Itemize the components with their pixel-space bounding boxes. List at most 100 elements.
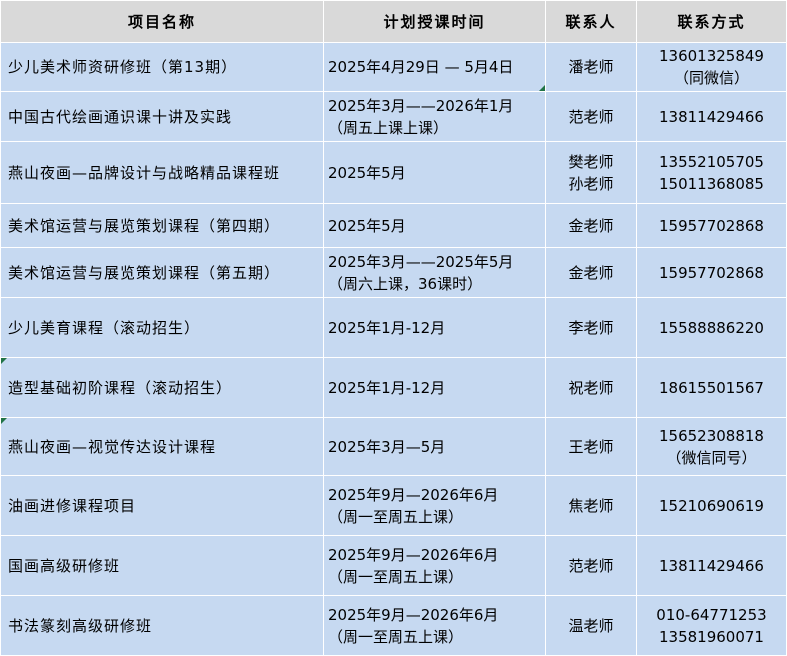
project-name-text: 油画进修课程项目	[8, 496, 137, 515]
schedule-text: 2025年1月-12月	[328, 378, 446, 397]
contact-method-text: 15011368085	[659, 174, 764, 193]
contact-method-text: 13581960071	[659, 627, 764, 646]
table-row: 美术馆运营与展览策划课程（第五期） 2025年3月——2025年5月 （周六上课，3…	[0, 247, 787, 298]
cell-contact-person[interactable]: 金老师	[545, 247, 637, 298]
schedule-text: 2025年9月—2026年6月	[328, 545, 499, 564]
table-body: 少儿美术师资研修班（第13期） 2025年4月29日 — 5月4日 潘老师 13601…	[0, 42, 787, 656]
schedule-text: 2025年4月29日 — 5月4日	[328, 58, 514, 76]
project-name-text: 燕山夜画—视觉传达设计课程	[8, 437, 217, 456]
cell-project-name[interactable]: 国画高级研修班	[0, 535, 324, 596]
cell-schedule[interactable]: 2025年1月-12月	[323, 357, 546, 418]
contact-method-text: 15210690619	[659, 496, 764, 515]
contact-method-text: 13552105705	[659, 152, 764, 171]
cell-project-name[interactable]: 少儿美育课程（滚动招生）	[0, 297, 324, 358]
comment-marker-icon	[1, 358, 7, 364]
cell-contact-person[interactable]: 潘老师	[545, 42, 637, 92]
cell-schedule[interactable]: 2025年3月——2026年1月 （周五上课上课）	[323, 91, 546, 142]
table-row: 燕山夜画—品牌设计与战略精品课程班 2025年5月 樊老师 孙老师 1355210570…	[0, 141, 787, 204]
cell-contact-method[interactable]: 13552105705 15011368085	[636, 141, 787, 204]
header-project-name: 项目名称	[0, 0, 324, 43]
cell-contact-person[interactable]: 焦老师	[545, 475, 637, 536]
cell-project-name[interactable]: 油画进修课程项目	[0, 475, 324, 536]
contact-person-text: 范老师	[568, 107, 614, 126]
schedule-text: 2025年9月—2026年6月	[328, 485, 499, 504]
schedule-text: 2025年3月——2025年5月	[328, 252, 514, 271]
contact-person-text: 王老师	[568, 437, 614, 456]
schedule-text: （周一至周五上课）	[328, 507, 464, 526]
cell-contact-method[interactable]: 13601325849 （同微信）	[636, 42, 787, 92]
table-row: 书法篆刻高级研修班 2025年9月—2026年6月 （周一至周五上课） 温老师 010-…	[0, 595, 787, 656]
project-name-text: 中国古代绘画通识课十讲及实践	[8, 107, 233, 126]
header-contact-person: 联系人	[545, 0, 637, 43]
cell-contact-method[interactable]: 15957702868	[636, 203, 787, 248]
cell-project-name[interactable]: 少儿美术师资研修班（第13期）	[0, 42, 324, 92]
project-name-text: 国画高级研修班	[8, 556, 121, 575]
contact-method-text: 13601325849	[659, 47, 764, 65]
cell-contact-method[interactable]: 13811429466	[636, 91, 787, 142]
cell-schedule[interactable]: 2025年9月—2026年6月 （周一至周五上课）	[323, 535, 546, 596]
cell-contact-method[interactable]: 13811429466	[636, 535, 787, 596]
cell-contact-method[interactable]: 15210690619	[636, 475, 787, 536]
cell-contact-person[interactable]: 王老师	[545, 417, 637, 476]
cell-project-name[interactable]: 燕山夜画—品牌设计与战略精品课程班	[0, 141, 324, 204]
header-contact-method: 联系方式	[636, 0, 787, 43]
header-schedule: 计划授课时间	[323, 0, 546, 43]
cell-project-name[interactable]: 书法篆刻高级研修班	[0, 595, 324, 656]
table-row: 国画高级研修班 2025年9月—2026年6月 （周一至周五上课） 范老师 138114…	[0, 535, 787, 596]
schedule-text: 2025年5月	[328, 216, 406, 235]
cell-contact-person[interactable]: 李老师	[545, 297, 637, 358]
cell-contact-person[interactable]: 范老师	[545, 91, 637, 142]
schedule-text: （周一至周五上课）	[328, 627, 464, 646]
schedule-text: 2025年3月—5月	[328, 437, 446, 456]
cell-contact-method[interactable]: 15588886220	[636, 297, 787, 358]
table-row: 美术馆运营与展览策划课程（第四期） 2025年5月 金老师 15957702868	[0, 203, 787, 248]
cell-schedule[interactable]: 2025年9月—2026年6月 （周一至周五上课）	[323, 595, 546, 656]
cell-contact-person[interactable]: 温老师	[545, 595, 637, 656]
cell-contact-method[interactable]: 15957702868	[636, 247, 787, 298]
cell-contact-person[interactable]: 范老师	[545, 535, 637, 596]
project-name-text: 造型基础初阶课程（滚动招生）	[8, 378, 233, 397]
cell-project-name[interactable]: 美术馆运营与展览策划课程（第五期）	[0, 247, 324, 298]
table-row: 油画进修课程项目 2025年9月—2026年6月 （周一至周五上课） 焦老师 15210…	[0, 475, 787, 536]
cell-project-name[interactable]: 美术馆运营与展览策划课程（第四期）	[0, 203, 324, 248]
cell-project-name[interactable]: 造型基础初阶课程（滚动招生）	[0, 357, 324, 418]
cell-schedule[interactable]: 2025年5月	[323, 141, 546, 204]
cell-schedule[interactable]: 2025年3月—5月	[323, 417, 546, 476]
cell-contact-method[interactable]: 010-64771253 13581960071	[636, 595, 787, 656]
comment-marker-icon	[539, 85, 545, 91]
schedule-text: （周六上课，36课时）	[328, 274, 483, 293]
cell-schedule[interactable]: 2025年1月-12月	[323, 297, 546, 358]
contact-person-text: 孙老师	[568, 174, 614, 193]
contact-method-text: 15957702868	[659, 216, 764, 235]
contact-method-text: 15652308818	[659, 426, 764, 445]
table-row: 少儿美育课程（滚动招生） 2025年1月-12月 李老师 15588886220	[0, 297, 787, 358]
schedule-text: （周五上课上课）	[328, 118, 449, 137]
cell-contact-person[interactable]: 樊老师 孙老师	[545, 141, 637, 204]
contact-method-text: 010-64771253	[656, 605, 767, 624]
contact-method-text: （同微信）	[673, 69, 749, 87]
cell-contact-method[interactable]: 15652308818 （微信同号）	[636, 417, 787, 476]
contact-person-text: 潘老师	[568, 58, 614, 76]
schedule-text: 2025年3月——2026年1月	[328, 96, 514, 115]
contact-person-text: 祝老师	[568, 378, 614, 397]
cell-schedule[interactable]: 2025年3月——2025年5月 （周六上课，36课时）	[323, 247, 546, 298]
project-name-text: 燕山夜画—品牌设计与战略精品课程班	[8, 163, 281, 182]
schedule-text: 2025年1月-12月	[328, 318, 446, 337]
cell-schedule[interactable]: 2025年4月29日 — 5月4日	[323, 42, 546, 92]
header-row: 项目名称 计划授课时间 联系人 联系方式	[0, 0, 787, 43]
cell-schedule[interactable]: 2025年5月	[323, 203, 546, 248]
cell-contact-person[interactable]: 金老师	[545, 203, 637, 248]
cell-schedule[interactable]: 2025年9月—2026年6月 （周一至周五上课）	[323, 475, 546, 536]
project-name-text: 美术馆运营与展览策划课程（第四期）	[8, 216, 281, 235]
table-row: 燕山夜画—视觉传达设计课程 2025年3月—5月 王老师 15652308818 （微信…	[0, 417, 787, 476]
cell-project-name[interactable]: 中国古代绘画通识课十讲及实践	[0, 91, 324, 142]
cell-project-name[interactable]: 燕山夜画—视觉传达设计课程	[0, 417, 324, 476]
cell-contact-person[interactable]: 祝老师	[545, 357, 637, 418]
cell-contact-method[interactable]: 18615501567	[636, 357, 787, 418]
contact-person-text: 金老师	[568, 263, 614, 282]
contact-person-text: 李老师	[568, 318, 614, 337]
contact-method-text: 15588886220	[659, 318, 764, 337]
schedule-text: 2025年9月—2026年6月	[328, 605, 499, 624]
contact-method-text: 13811429466	[659, 556, 764, 575]
contact-method-text: 15957702868	[659, 263, 764, 282]
